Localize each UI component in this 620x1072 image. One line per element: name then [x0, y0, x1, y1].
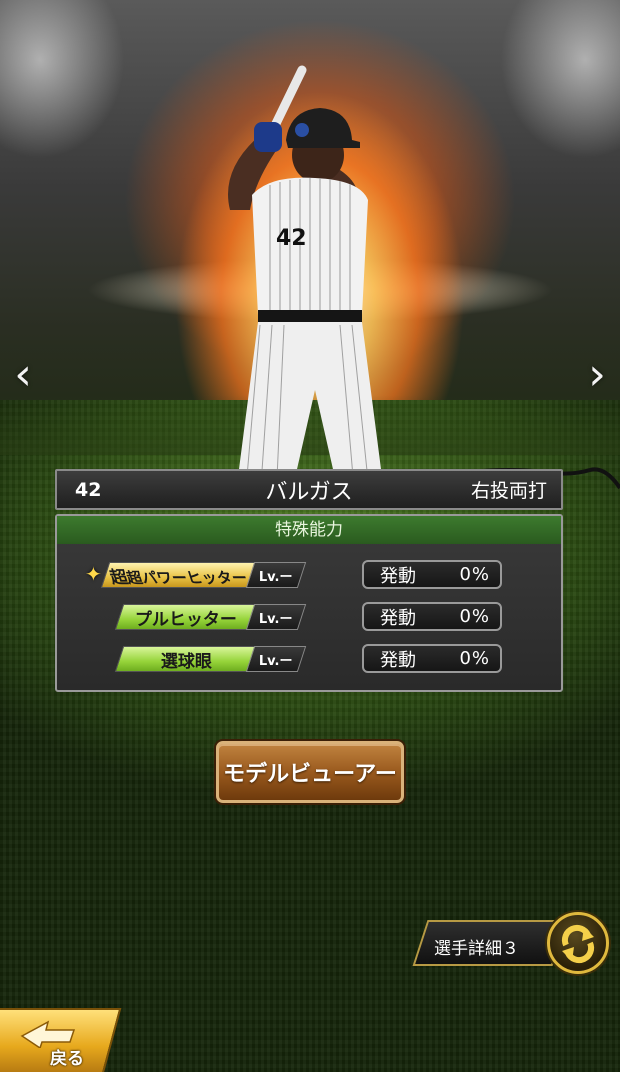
ability-row[interactable]: ✦ 超超パワーヒッター Lv.ー 発動 0%	[57, 560, 561, 590]
ability-level: Lv.ー	[245, 604, 307, 630]
ability-name: 選球眼	[160, 651, 212, 672]
special-abilities-panel: 特殊能力 ✦ 超超パワーヒッター Lv.ー 発動 0% プルヒッター Lv.ー …	[55, 514, 563, 692]
player-card-screen: 42 ‹ › 42 バルガス 右投両打 特殊能力 ✦ 超超パワーヒッター Lv.…	[0, 0, 620, 1072]
ability-badge: プルヒッター	[114, 604, 258, 630]
prev-player-button[interactable]: ‹	[8, 350, 38, 400]
trigger-rate-box: 発動 0%	[362, 644, 502, 673]
chevron-left-icon: ‹	[14, 349, 32, 400]
ability-level-text: Lv.ー	[259, 569, 293, 585]
ability-row[interactable]: プルヒッター Lv.ー 発動 0%	[57, 602, 561, 632]
trigger-rate-box: 発動 0%	[362, 602, 502, 631]
trigger-rate-box: 発動 0%	[362, 560, 502, 589]
back-label: 戻る	[50, 1049, 84, 1069]
chevron-right-icon: ›	[588, 349, 606, 400]
ability-level-text: Lv.ー	[259, 611, 293, 627]
trigger-rate: 0%	[459, 564, 490, 585]
ability-badge: 選球眼	[114, 646, 258, 672]
ability-name: プルヒッター	[135, 609, 237, 630]
jersey-number: 42	[276, 226, 307, 251]
player-detail-label: 選手詳細３	[434, 939, 519, 959]
trigger-label: 発動	[380, 565, 416, 587]
model-viewer-button[interactable]: モデルビューアー	[216, 741, 404, 803]
player-image: 42	[228, 65, 385, 501]
ability-name: 超パワーヒッター	[124, 568, 251, 587]
swap-arrows-icon[interactable]	[547, 912, 609, 974]
trigger-label: 発動	[380, 607, 416, 629]
sparkle-icon: ✦	[85, 562, 102, 586]
panel-header: 特殊能力	[57, 516, 561, 544]
throw-bat-type: 右投両打	[470, 480, 547, 502]
swap-arrows-graphic	[561, 924, 595, 964]
trigger-rate: 0%	[459, 606, 490, 627]
ability-row[interactable]: 選球眼 Lv.ー 発動 0%	[57, 644, 561, 674]
player-name-bar: 42 バルガス 右投両打	[55, 469, 563, 510]
ability-badge: 超超パワーヒッター	[100, 562, 258, 588]
ability-level: Lv.ー	[245, 562, 307, 588]
ability-level-text: Lv.ー	[259, 653, 293, 669]
trigger-label: 発動	[380, 649, 416, 671]
trigger-rate: 0%	[459, 648, 490, 669]
ability-level: Lv.ー	[245, 646, 307, 672]
next-player-button[interactable]: ›	[582, 350, 612, 400]
